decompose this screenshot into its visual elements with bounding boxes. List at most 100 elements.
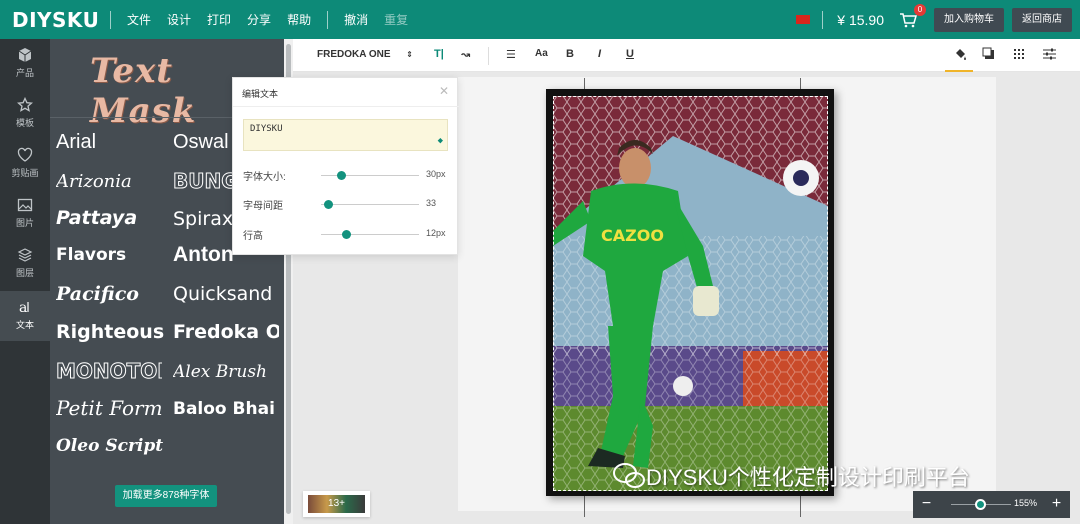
nav-item-layers[interactable]: 图层 (0, 239, 50, 289)
nav-label: 剪贴画 (11, 168, 39, 178)
font-option[interactable]: Pattaya (56, 207, 137, 229)
hanger-wire (800, 495, 801, 517)
select-arrows-icon: ⇕ (406, 50, 413, 59)
china-flag-icon[interactable] (796, 15, 811, 24)
bold-button[interactable]: B (566, 48, 574, 60)
underline-button[interactable]: U (626, 48, 634, 60)
font-option[interactable]: Arizonia (56, 171, 132, 192)
font-family-select[interactable]: FREDOKA ONE ⇕ (311, 45, 417, 65)
letter-spacing-label: 字母间距 (243, 201, 283, 212)
font-option[interactable]: Oleo Script S (56, 436, 164, 456)
font-option[interactable]: Righteous (56, 321, 164, 343)
nav-item-clipart[interactable]: 剪贴画 (0, 139, 50, 189)
font-size-value: 30px (426, 169, 446, 179)
font-family-value: FREDOKA ONE (317, 49, 391, 60)
divider (488, 47, 489, 65)
font-option[interactable]: Oswald (173, 131, 229, 154)
font-size-label: 字体大小: (243, 172, 286, 183)
zoom-value: 155% (1014, 498, 1038, 508)
nav-item-image[interactable]: 图片 (0, 189, 50, 239)
grid-icon[interactable] (1013, 48, 1025, 63)
close-icon[interactable]: ✕ (439, 84, 449, 98)
zoom-slider-knob[interactable] (975, 499, 986, 510)
letter-spacing-slider-knob[interactable] (323, 200, 333, 209)
menu-help[interactable]: 帮助 (279, 11, 319, 28)
color-picker-icon[interactable]: ◆ (438, 136, 443, 146)
font-option[interactable]: Arial (56, 131, 96, 154)
star-icon (17, 97, 33, 112)
popup-title: 编辑文本 (242, 89, 279, 99)
font-option[interactable]: Spirax (173, 208, 233, 230)
redo-button[interactable]: 重复 (376, 11, 416, 28)
nav-label: 图层 (15, 268, 34, 278)
font-option[interactable]: MONOTON (56, 359, 162, 383)
nav-item-template[interactable]: 模板 (0, 89, 50, 139)
heart-icon (17, 147, 33, 162)
curve-text-icon[interactable]: ↝ (461, 48, 470, 61)
hanger-wire (584, 495, 585, 517)
line-height-slider[interactable] (321, 234, 419, 235)
menu-share[interactable]: 分享 (239, 11, 279, 28)
edit-text-popup: 编辑文本 ✕ DIYSKU ◆ 字体大小: 30px 字母间距 33 行高 12… (232, 77, 459, 255)
font-option[interactable]: BUNG (173, 169, 233, 193)
divider (327, 10, 329, 29)
italic-button[interactable]: I (598, 48, 601, 60)
line-height-slider-knob[interactable] (341, 230, 351, 239)
font-option[interactable]: Quicksand (173, 283, 272, 305)
svg-text:a: a (19, 300, 27, 315)
top-bar: DIYSKU 文件 设计 打印 分享 帮助 撤消 重复 ¥ 15.90 0 加入… (0, 0, 1080, 39)
font-option[interactable]: Baloo Bhai (173, 399, 281, 419)
text-icon: a (19, 300, 29, 315)
nav-item-text[interactable]: a 文本 (0, 291, 50, 341)
shadow-icon[interactable] (982, 47, 995, 63)
text-toolbar: FREDOKA ONE ⇕ T| ↝ ☰ Aa B I U (293, 39, 1080, 72)
wechat-icon (613, 463, 645, 488)
divider (233, 106, 459, 107)
font-option[interactable]: Anton (173, 243, 234, 267)
selection-box[interactable] (553, 96, 828, 491)
divider (822, 10, 824, 29)
font-size-slider[interactable] (321, 175, 419, 176)
cart-icon[interactable]: 0 (898, 3, 926, 30)
text-input[interactable]: DIYSKU ◆ (243, 119, 448, 151)
divider (110, 10, 111, 29)
page-thumbnail[interactable]: 13+ (303, 491, 370, 517)
fill-color-icon[interactable] (953, 47, 967, 64)
align-center-icon[interactable]: ☰ (506, 48, 516, 61)
nav-item-product[interactable]: 产品 (0, 39, 50, 89)
watermark-text: DIYSKU个性化定制设计印刷平台 (646, 465, 970, 490)
logo[interactable]: DIYSKU (12, 8, 102, 32)
menu-print[interactable]: 打印 (199, 11, 239, 28)
zoom-control: − 155% + (913, 491, 1070, 518)
zoom-in-button[interactable]: + (1043, 491, 1070, 518)
font-option[interactable]: Petit Form (56, 396, 162, 420)
add-to-cart-button[interactable]: 加入购物车 (934, 7, 1004, 32)
font-option[interactable]: Fredoka On (173, 321, 279, 343)
thumbnail-preview: 13+ (308, 495, 365, 513)
menu-design[interactable]: 设计 (159, 11, 199, 28)
load-more-fonts-button[interactable]: 加载更多878种字体 (115, 485, 217, 507)
nav-label: 文本 (15, 320, 34, 330)
back-to-store-button[interactable]: 返回商店 (1012, 7, 1072, 32)
font-option[interactable]: Flavors (56, 245, 126, 265)
menu-file[interactable]: 文件 (119, 11, 159, 28)
letter-spacing-value: 33 (426, 198, 437, 208)
letter-spacing-slider[interactable] (321, 204, 419, 205)
font-option[interactable]: Pacifico (56, 283, 139, 305)
adjust-sliders-icon[interactable] (1043, 48, 1056, 63)
zoom-out-button[interactable]: − (913, 491, 940, 518)
text-case-icon[interactable]: Aa (535, 48, 548, 59)
text-mode-icon[interactable]: T| (434, 48, 444, 60)
line-height-value: 12px (426, 228, 446, 238)
font-option[interactable]: Alex Brush (173, 362, 267, 382)
line-height-label: 行高 (243, 231, 263, 242)
text-input-value: DIYSKU (250, 124, 283, 134)
cube-icon (18, 48, 32, 62)
left-nav: 产品 模板 剪贴画 图片 图层 a 文本 (0, 39, 50, 524)
nav-label: 产品 (15, 68, 34, 78)
nav-label: 模板 (15, 118, 34, 128)
image-icon (17, 198, 33, 212)
watermark: DIYSKU个性化定制设计印刷平台 (612, 460, 970, 492)
font-size-slider-knob[interactable] (336, 171, 346, 180)
undo-button[interactable]: 撤消 (336, 11, 376, 28)
